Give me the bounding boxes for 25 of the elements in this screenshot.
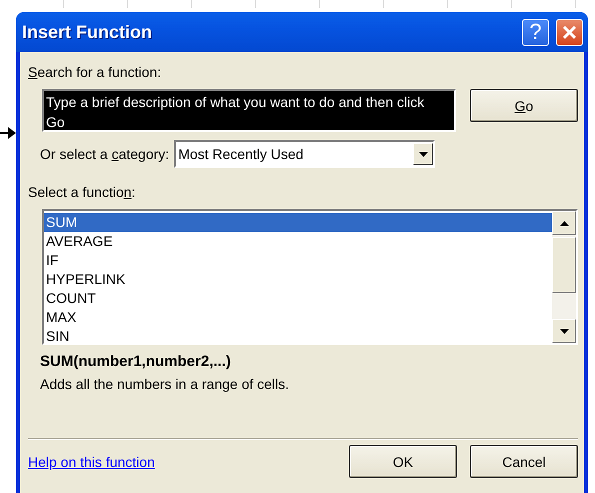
scroll-thumb[interactable] [552,237,576,293]
scroll-up-icon[interactable] [552,211,576,235]
function-list-item[interactable]: COUNT [44,289,552,308]
help-link[interactable]: Help on this function [28,454,155,470]
function-signature: SUM(number1,number2,...) [40,353,232,370]
function-list-item[interactable]: SUM [44,213,552,232]
arrow-icon [0,127,16,139]
function-list-item[interactable]: SIN [44,327,552,346]
function-list-label: Select a function: [28,183,136,202]
search-label: Search for a function: [28,63,162,82]
function-list-item[interactable]: IF [44,251,552,270]
ok-button[interactable]: OK [349,445,457,478]
scroll-down-icon[interactable] [552,319,576,343]
cancel-button[interactable]: Cancel [470,445,578,478]
search-field[interactable]: Type a brief description of what you want to do and then click Go [42,89,456,132]
category-label: Or select a category: [40,146,170,162]
window-title: Insert Function [22,22,153,42]
function-list-item[interactable]: AVERAGE [44,232,552,251]
help-button[interactable]: ? [522,18,549,46]
go-button[interactable]: Go [470,89,578,122]
category-dropdown[interactable]: Most Recently Used [174,140,436,168]
scrollbar[interactable] [552,211,576,343]
function-description: Adds all the numbers in a range of cells. [40,376,290,392]
function-list-item[interactable]: MAX [44,308,552,327]
function-list-item[interactable]: HYPERLINK [44,270,552,289]
